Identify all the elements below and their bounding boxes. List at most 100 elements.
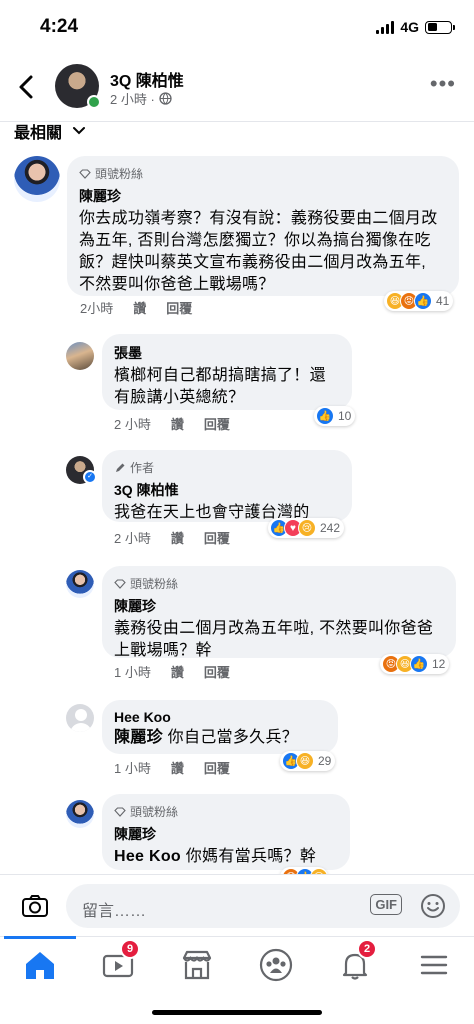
marketplace-icon[interactable] bbox=[177, 945, 217, 985]
diamond-icon bbox=[79, 168, 91, 179]
comment-bubble[interactable]: Hee Koo 陳麗珍 你自己當多久兵？ bbox=[102, 700, 338, 754]
reaction-count: 10 bbox=[338, 409, 352, 423]
status-time: 4:24 bbox=[40, 16, 79, 37]
like-reaction-icon: 👍 bbox=[414, 292, 432, 310]
pen-icon bbox=[116, 463, 125, 472]
reaction-summary[interactable]: 👍 10 bbox=[314, 406, 356, 426]
top-fan-badge: 頭號粉絲 bbox=[114, 575, 444, 592]
chevron-down-icon bbox=[73, 127, 86, 135]
top-fan-badge: 頭號粉絲 bbox=[79, 165, 447, 182]
commenter-avatar[interactable] bbox=[66, 342, 94, 370]
status-bar: 4:24 4G bbox=[0, 0, 474, 56]
like-button[interactable]: 讚 bbox=[171, 758, 184, 777]
comment-time: 2小時 bbox=[80, 301, 114, 316]
signal-icon bbox=[376, 20, 395, 34]
comment-time: 2 小時 bbox=[114, 531, 151, 546]
like-reaction-icon: 👍 bbox=[316, 407, 334, 425]
comment-input[interactable]: 留言…… GIF bbox=[66, 884, 460, 928]
like-button[interactable]: 讚 bbox=[171, 414, 184, 433]
network-label: 4G bbox=[400, 19, 419, 35]
haha-reaction-icon: 😆 bbox=[296, 752, 314, 770]
commenter-avatar[interactable] bbox=[14, 156, 60, 202]
comment-actions: 2 小時 讚 回覆 bbox=[114, 528, 230, 547]
comment-text: 檳榔柯自己都胡搞瞎搞了！還有臉講小英總統？ bbox=[114, 367, 326, 406]
comment-text: Hee Koo 你媽有當兵嗎？幹 bbox=[114, 848, 317, 865]
active-tab-indicator bbox=[4, 936, 76, 939]
home-indicator bbox=[152, 1010, 322, 1015]
reply-button[interactable]: 回覆 bbox=[204, 758, 230, 777]
reaction-count: 242 bbox=[320, 521, 341, 535]
notification-badge: 2 bbox=[357, 939, 377, 959]
comment-placeholder: 留言…… bbox=[82, 903, 147, 920]
back-arrow-icon[interactable] bbox=[14, 74, 40, 100]
comment-bubble[interactable]: 張墨 檳榔柯自己都胡搞瞎搞了！還有臉講小英總統？ bbox=[102, 334, 352, 410]
reaction-summary[interactable]: 😡 😆 👍 12 bbox=[380, 654, 450, 674]
status-icons: 4G bbox=[376, 19, 455, 35]
comment-bubble[interactable]: 頭號粉絲 陳麗珍 Hee Koo 你媽有當兵嗎？幹 bbox=[102, 794, 350, 870]
reaction-summary[interactable]: 👍 ♥ 😢 242 bbox=[268, 518, 345, 538]
post-header: 3Q 陳柏惟 2 小時 · ••• bbox=[0, 56, 474, 122]
author-name[interactable]: 3Q 陳柏惟 bbox=[110, 67, 184, 91]
tab-video[interactable]: 9 bbox=[98, 939, 140, 985]
author-badge: 作者 bbox=[114, 459, 340, 476]
post-meta: 2 小時 · bbox=[110, 89, 172, 108]
comment-sort-dropdown[interactable]: 最相關 bbox=[14, 119, 86, 143]
more-options-icon[interactable]: ••• bbox=[430, 73, 456, 95]
comment-bubble[interactable]: 頭號粉絲 陳麗珍 義務役由二個月改為五年啦, 不然要叫你爸爸上戰場嗎？幹 bbox=[102, 566, 456, 659]
verified-badge-icon: ✓ bbox=[83, 470, 97, 484]
reaction-summary[interactable]: 😆 😡 👍 41 bbox=[384, 291, 454, 311]
battery-icon bbox=[425, 20, 455, 34]
like-reaction-icon: 👍 bbox=[410, 655, 428, 673]
home-icon[interactable] bbox=[20, 945, 60, 985]
reaction-count: 29 bbox=[318, 754, 332, 768]
online-status-dot bbox=[87, 95, 101, 109]
commenter-avatar[interactable] bbox=[66, 704, 94, 732]
commenter-avatar[interactable] bbox=[66, 800, 94, 828]
reply-button[interactable]: 回覆 bbox=[204, 414, 230, 433]
reply-button[interactable]: 回覆 bbox=[204, 662, 230, 681]
reaction-count: 41 bbox=[436, 294, 450, 308]
comment-composer: 留言…… GIF bbox=[0, 874, 474, 936]
sad-reaction-icon: 😢 bbox=[298, 519, 316, 537]
commenter-name[interactable]: 陳麗珍 bbox=[114, 824, 338, 844]
comment-actions: 2 小時 讚 回覆 bbox=[114, 414, 230, 433]
commenter-name[interactable]: 張墨 bbox=[114, 343, 340, 363]
reply-button[interactable]: 回覆 bbox=[166, 298, 192, 317]
reaction-summary[interactable]: 👍 😆 29 bbox=[280, 751, 336, 771]
like-button[interactable]: 讚 bbox=[171, 528, 184, 547]
comment-time: 2 小時 bbox=[114, 417, 151, 432]
comment-text: 陳麗珍 你自己當多久兵？ bbox=[114, 729, 299, 746]
globe-icon bbox=[159, 92, 172, 105]
comment-time: 1 小時 bbox=[114, 665, 151, 680]
comment-bubble[interactable]: 作者 3Q 陳柏惟 我爸在天上也會守護台灣的 bbox=[102, 450, 352, 522]
groups-icon[interactable] bbox=[256, 945, 296, 985]
commenter-name[interactable]: 陳麗珍 bbox=[114, 596, 444, 616]
mention-tag[interactable]: Hee Koo bbox=[114, 848, 181, 865]
sort-label: 最相關 bbox=[14, 125, 63, 142]
camera-icon[interactable] bbox=[20, 891, 50, 921]
reaction-count: 12 bbox=[432, 657, 446, 671]
reply-button[interactable]: 回覆 bbox=[204, 528, 230, 547]
comment-bubble[interactable]: 頭號粉絲 陳麗珍 你去成功嶺考察？有沒有說：義務役要由二個月改為五年, 否則台灣… bbox=[67, 156, 459, 296]
comment-time: 1 小時 bbox=[114, 761, 151, 776]
commenter-name[interactable]: Hee Koo bbox=[114, 709, 326, 725]
gif-button[interactable]: GIF bbox=[370, 894, 402, 915]
comment-actions: 2小時 讚 回覆 bbox=[80, 298, 192, 317]
post-time: 2 小時 · bbox=[110, 92, 155, 107]
commenter-name[interactable]: 3Q 陳柏惟 bbox=[114, 480, 340, 500]
emoji-icon[interactable] bbox=[420, 893, 446, 919]
commenter-avatar[interactable] bbox=[66, 570, 94, 598]
video-notification-badge: 9 bbox=[120, 939, 140, 959]
diamond-icon bbox=[114, 578, 126, 589]
like-button[interactable]: 讚 bbox=[171, 662, 184, 681]
commenter-name[interactable]: 陳麗珍 bbox=[79, 186, 447, 206]
tab-notifications[interactable]: 2 bbox=[335, 939, 377, 985]
diamond-icon bbox=[114, 806, 126, 817]
comment-actions: 1 小時 讚 回覆 bbox=[114, 662, 230, 681]
like-button[interactable]: 讚 bbox=[133, 298, 146, 317]
top-fan-badge: 頭號粉絲 bbox=[114, 803, 338, 820]
mention-tag[interactable]: 陳麗珍 bbox=[114, 729, 163, 746]
menu-icon[interactable] bbox=[414, 945, 454, 985]
comment-actions: 1 小時 讚 回覆 bbox=[114, 758, 230, 777]
comment-text: 你去成功嶺考察？有沒有說：義務役要由二個月改為五年, 否則台灣怎麼獨立？你以為搞… bbox=[79, 210, 438, 293]
